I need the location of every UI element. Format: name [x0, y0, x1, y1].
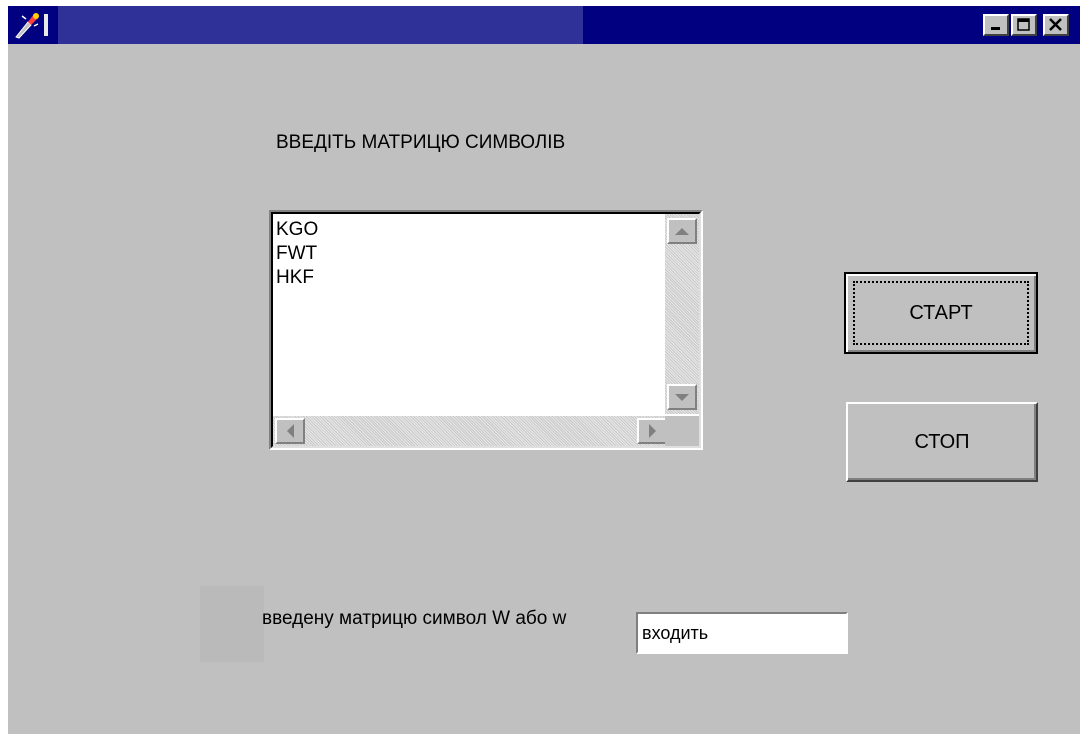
app-icon[interactable]	[12, 10, 42, 40]
minimize-icon	[991, 27, 1000, 30]
matrix-line: FWT	[276, 243, 318, 264]
matrix-line: KGO	[276, 219, 319, 240]
matrix-line: HKF	[276, 267, 314, 288]
scroll-right-button[interactable]	[637, 418, 667, 444]
minimize-button[interactable]	[983, 14, 1009, 36]
scrollbar-corner	[665, 416, 699, 446]
scroll-down-button[interactable]	[667, 384, 697, 410]
close-button[interactable]	[1043, 14, 1069, 36]
matrix-prompt-label: ВВЕДІТЬ МАТРИЦЮ СИМВОЛІВ	[276, 132, 566, 153]
arrow-up-icon	[675, 227, 689, 235]
title-accent	[44, 14, 48, 36]
horizontal-scrollbar[interactable]	[273, 416, 669, 446]
maximize-icon	[1017, 18, 1030, 31]
result-field[interactable]	[636, 612, 848, 654]
focus-rectangle	[853, 281, 1029, 345]
matrix-lines: KGO FWT HKF	[276, 218, 318, 290]
arrow-left-icon	[286, 424, 294, 438]
stop-button-label: СТОП	[914, 430, 970, 453]
scroll-up-button[interactable]	[667, 218, 697, 244]
maximize-button[interactable]	[1011, 14, 1037, 36]
arrow-right-icon	[648, 424, 656, 438]
window-title	[58, 6, 583, 44]
title-bar[interactable]	[8, 6, 1080, 44]
start-button[interactable]: СТАРТ	[844, 272, 1038, 354]
close-icon	[1049, 18, 1062, 31]
shaded-panel	[200, 586, 264, 662]
result-label: введену матрицю символ W або w	[262, 608, 567, 629]
stop-button[interactable]: СТОП	[846, 402, 1038, 482]
arrow-down-icon	[675, 393, 689, 401]
scroll-left-button[interactable]	[275, 418, 305, 444]
vertical-scrollbar[interactable]	[665, 214, 699, 414]
matrix-textarea[interactable]: KGO FWT HKF	[269, 210, 703, 450]
app-window: ВВЕДІТЬ МАТРИЦЮ СИМВОЛІВ KGO FWT HKF СТА…	[8, 6, 1080, 734]
